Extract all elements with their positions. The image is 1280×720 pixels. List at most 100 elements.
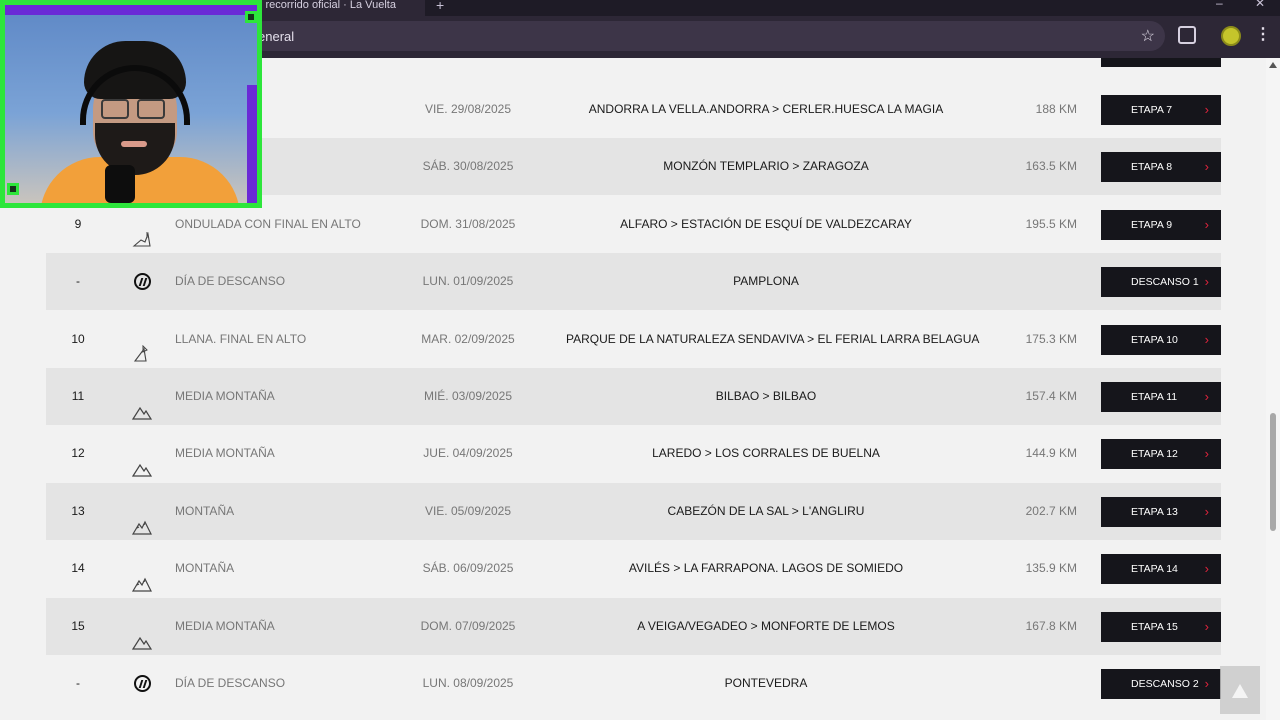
stage-route: BILBAO > BILBAO xyxy=(715,389,817,403)
medium-mountain-icon xyxy=(131,388,154,420)
stage-number: 14 xyxy=(71,561,85,576)
glasses-right xyxy=(137,99,165,119)
stage-type: MEDIA MONTAÑA xyxy=(175,389,275,403)
medium-mountain-icon xyxy=(131,445,154,477)
profile-avatar[interactable] xyxy=(1221,26,1241,46)
stage-distance xyxy=(971,253,1077,310)
stage-button-partial[interactable] xyxy=(1101,58,1221,67)
frame-corner-icon xyxy=(245,11,257,23)
stage-button[interactable]: ETAPA 8 › xyxy=(1101,152,1221,183)
rest-day-icon xyxy=(132,675,154,693)
stage-button-label: ETAPA 11 xyxy=(1131,391,1178,403)
stage-type: MEDIA MONTAÑA xyxy=(175,618,275,633)
minimize-icon[interactable]: – xyxy=(1216,0,1223,10)
stage-route: A VEIGA/VEGADEO > MONFORTE DE LEMOS xyxy=(637,618,895,633)
webcam-person-mouth xyxy=(121,141,147,147)
stage-button[interactable]: ETAPA 10 › xyxy=(1101,324,1221,355)
stage-date: DOM. 07/09/2025 xyxy=(420,618,516,633)
stage-date: LUN. 08/09/2025 xyxy=(422,676,514,690)
new-tab-button[interactable]: + xyxy=(436,0,444,13)
chevron-right-icon: › xyxy=(1204,274,1209,290)
webcam-frame-top xyxy=(5,5,257,15)
stage-route: PAMPLONA xyxy=(733,274,799,289)
back-to-top-button[interactable] xyxy=(1220,666,1260,714)
stage-distance: 157.4 KM xyxy=(1025,389,1077,403)
stage-distance: 202.7 KM xyxy=(1025,503,1077,518)
chevron-right-icon: › xyxy=(1204,676,1209,691)
chevron-right-icon: › xyxy=(1204,159,1209,175)
chevron-right-icon: › xyxy=(1204,503,1209,519)
stage-distance: 135.9 KM xyxy=(1025,561,1077,576)
extensions-icon[interactable] xyxy=(1178,26,1196,44)
stage-date: MIÉ. 03/09/2025 xyxy=(423,389,513,403)
chevron-right-icon: › xyxy=(1204,618,1209,634)
stage-route: ALFARO > ESTACIÓN DE ESQUÍ DE VALDEZCARA… xyxy=(620,216,912,231)
bookmark-star-icon[interactable]: ☆ xyxy=(1141,26,1155,46)
stage-date: VIE. 29/08/2025 xyxy=(424,102,512,116)
stage-button[interactable]: ETAPA 15 › xyxy=(1101,611,1221,642)
stage-date: LUN. 01/09/2025 xyxy=(422,274,514,289)
stage-distance: 144.9 KM xyxy=(1025,446,1077,461)
chevron-right-icon: › xyxy=(1204,331,1209,347)
stage-number: 11 xyxy=(71,389,85,403)
chevron-right-icon: › xyxy=(1204,561,1209,577)
stage-button-label: ETAPA 9 xyxy=(1131,218,1173,231)
url-input[interactable]: eneral ☆ xyxy=(250,21,1165,51)
table-row: 15 MEDIA MONTAÑA DOM. 07/09/2025 A VEIGA/VE… xyxy=(46,597,1221,655)
stage-number: 12 xyxy=(71,446,85,461)
chevron-right-icon: › xyxy=(1204,102,1209,117)
stage-button[interactable]: ETAPA 11 › xyxy=(1101,382,1221,412)
stage-button[interactable]: ETAPA 13 › xyxy=(1101,496,1221,527)
stage-number: 13 xyxy=(71,503,85,518)
stage-date: VIE. 05/09/2025 xyxy=(424,503,512,518)
browser-menu-icon[interactable]: ⋮ xyxy=(1255,24,1271,44)
stage-date: JUE. 04/09/2025 xyxy=(423,446,513,461)
stage-button-label: ETAPA 15 xyxy=(1131,620,1178,633)
scroll-up-arrow-icon[interactable] xyxy=(1269,62,1277,68)
stage-date: MAR. 02/09/2025 xyxy=(421,331,515,346)
stage-distance: 167.8 KM xyxy=(1025,618,1077,633)
stage-number: - xyxy=(76,274,80,289)
mountain-icon xyxy=(131,560,154,592)
stage-button-label: ETAPA 12 xyxy=(1131,448,1178,461)
stage-button[interactable]: DESCANSO 2 › xyxy=(1101,669,1221,699)
mountain-icon xyxy=(131,503,154,535)
stage-route: PARQUE DE LA NATURALEZA SENDAVIVA > EL F… xyxy=(566,331,980,346)
browser-tab[interactable]: l recorrido oficial · La Vuelta xyxy=(250,0,425,16)
stage-button[interactable]: ETAPA 14 › xyxy=(1101,554,1221,585)
stage-button-label: ETAPA 14 xyxy=(1131,563,1178,576)
stage-route: LAREDO > LOS CORRALES DE BUELNA xyxy=(652,446,880,461)
stage-button[interactable]: ETAPA 9 › xyxy=(1101,209,1221,240)
stage-distance: 188 KM xyxy=(1035,102,1077,116)
scrollbar[interactable] xyxy=(1266,58,1280,720)
webcam-overlay xyxy=(0,0,262,208)
stage-type: MONTAÑA xyxy=(175,503,235,518)
url-text: eneral xyxy=(258,29,295,44)
scrollbar-thumb[interactable] xyxy=(1270,413,1276,531)
stage-distance xyxy=(971,655,1077,712)
glasses-left xyxy=(101,99,129,119)
stage-distance: 163.5 KM xyxy=(1025,159,1077,174)
stage-route: ANDORRA LA VELLA.ANDORRA > CERLER.HUESCA… xyxy=(588,102,944,116)
stage-button-label: DESCANSO 2 xyxy=(1131,678,1199,690)
stage-type: LLANA. FINAL EN ALTO xyxy=(175,331,307,346)
stage-distance: 195.5 KM xyxy=(1025,216,1077,231)
stage-button[interactable]: ETAPA 7 › xyxy=(1101,95,1221,125)
table-row: 10 LLANA. FINAL EN ALTO MAR. 02/09/2025 PAR… xyxy=(46,311,1221,368)
stage-button[interactable]: ETAPA 12 › xyxy=(1101,439,1221,470)
flat-finish-icon xyxy=(132,331,154,362)
rest-day-icon xyxy=(132,273,154,291)
microphone-icon xyxy=(105,165,135,203)
stage-button-label: DESCANSO 1 xyxy=(1131,276,1199,289)
stage-type: DÍA DE DESCANSO xyxy=(175,676,286,690)
stage-route: CABEZÓN DE LA SAL > L'ANGLIRU xyxy=(667,503,865,518)
close-icon[interactable]: ✕ xyxy=(1255,0,1265,10)
stage-button[interactable]: DESCANSO 1 › xyxy=(1101,267,1221,298)
hilly-finish-icon xyxy=(132,216,154,247)
table-row: 12 MEDIA MONTAÑA JUE. 04/09/2025 LAREDO > L… xyxy=(46,425,1221,482)
stage-distance: 175.3 KM xyxy=(1025,331,1077,346)
table-row: 11 MEDIA MONTAÑA MIÉ. 03/09/2025 BILBAO > B… xyxy=(46,368,1221,425)
stage-route: AVILÉS > LA FARRAPONA. LAGOS DE SOMIEDO xyxy=(628,561,904,576)
frame-corner-icon xyxy=(7,183,19,195)
table-row: - DÍA DE DESCANSO LUN. 08/09/2025 PONTEVEDR… xyxy=(46,655,1221,712)
